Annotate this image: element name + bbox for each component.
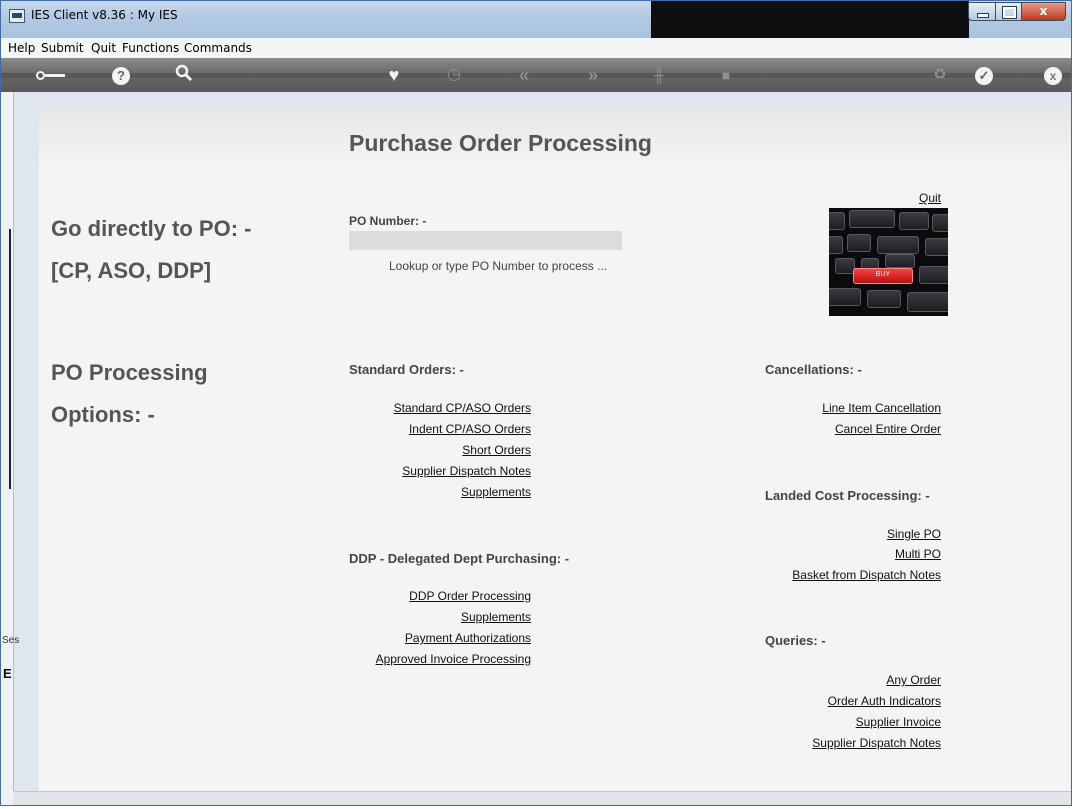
keyboard-image: BUY	[829, 208, 948, 316]
page-title: Purchase Order Processing	[349, 130, 652, 156]
po-number-hint: Lookup or type PO Number to process ...	[389, 259, 608, 273]
supplier-dispatch-notes-link[interactable]: Supplier Dispatch Notes	[402, 464, 531, 478]
standard-orders-label: Standard Orders: -	[349, 362, 464, 377]
query-supplier-dispatch-notes-link[interactable]: Supplier Dispatch Notes	[812, 736, 941, 750]
landed-cost-label: Landed Cost Processing: -	[765, 488, 930, 503]
indent-cp-aso-orders-link[interactable]: Indent CP/ASO Orders	[409, 422, 531, 436]
ddp-supplements-link[interactable]: Supplements	[461, 610, 531, 624]
cancel-entire-order-link[interactable]: Cancel Entire Order	[835, 422, 941, 436]
tools-icon[interactable]: ╫	[647, 63, 671, 87]
window-title: IES Client v8.36 : My IES	[31, 8, 178, 22]
close-icon[interactable]: x	[1044, 67, 1062, 85]
supplier-invoice-link[interactable]: Supplier Invoice	[856, 715, 941, 729]
app-window: IES Client v8.36 : My IES x Help Submit …	[0, 0, 1072, 806]
short-orders-link[interactable]: Short Orders	[462, 443, 531, 457]
menu-quit[interactable]: Quit	[91, 41, 116, 55]
ddp-order-processing-link[interactable]: DDP Order Processing	[409, 589, 531, 603]
po-number-label: PO Number: -	[349, 214, 427, 228]
basket-from-dispatch-notes-link[interactable]: Basket from Dispatch Notes	[792, 568, 941, 582]
close-button[interactable]: x	[1021, 2, 1066, 21]
app-icon[interactable]	[9, 9, 25, 23]
scroll-indicator	[9, 229, 11, 489]
standard-cp-aso-orders-link[interactable]: Standard CP/ASO Orders	[394, 401, 531, 415]
payment-authorizations-link[interactable]: Payment Authorizations	[405, 631, 531, 645]
check-icon[interactable]: ✓	[975, 67, 993, 85]
heart-icon[interactable]: ♥	[382, 63, 406, 87]
order-auth-indicators-link[interactable]: Order Auth Indicators	[828, 694, 941, 708]
side-marker: E	[3, 666, 12, 681]
quit-link[interactable]: Quit	[919, 191, 941, 205]
options-heading: PO Processing	[51, 360, 208, 385]
po-number-input[interactable]	[349, 231, 622, 250]
line-item-cancellation-link[interactable]: Line Item Cancellation	[822, 401, 941, 415]
side-panel-strip	[1, 92, 14, 805]
ddp-label: DDP - Delegated Dept Purchasing: -	[349, 551, 570, 566]
toolbar: ? ♥ ◷ « » ╫ ■ ♻ ✓ x	[1, 58, 1071, 92]
go-directly-heading: Go directly to PO: -	[51, 216, 252, 241]
multi-po-link[interactable]: Multi PO	[895, 547, 941, 561]
recycle-icon[interactable]: ♻	[928, 63, 952, 87]
menu-functions[interactable]: Functions	[122, 41, 179, 55]
menu-commands[interactable]: Commands	[184, 41, 252, 55]
side-tab-ses[interactable]: Ses	[2, 635, 19, 646]
previous-icon[interactable]: «	[512, 63, 536, 87]
menu-submit[interactable]: Submit	[41, 41, 84, 55]
help-icon[interactable]: ?	[112, 67, 130, 85]
clock-icon[interactable]: ◷	[442, 63, 466, 87]
buy-key: BUY	[853, 268, 913, 284]
minimize-button[interactable]	[968, 2, 996, 21]
menu-help[interactable]: Help	[8, 41, 35, 55]
go-directly-subheading: [CP, ASO, DDP]	[51, 258, 212, 283]
supplements-link[interactable]: Supplements	[461, 485, 531, 499]
title-bar-dark-region	[651, 1, 969, 38]
search-icon[interactable]	[172, 63, 196, 87]
maximize-button[interactable]	[995, 2, 1022, 21]
menu-bar: Help Submit Quit Functions Commands	[1, 38, 1071, 59]
next-icon[interactable]: »	[581, 63, 605, 87]
approved-invoice-processing-link[interactable]: Approved Invoice Processing	[376, 652, 531, 666]
title-bar: IES Client v8.36 : My IES x	[1, 1, 1071, 38]
chip-icon[interactable]: ■	[714, 63, 738, 87]
options-subheading: Options: -	[51, 402, 155, 427]
cancellations-label: Cancellations: -	[765, 362, 862, 377]
any-order-link[interactable]: Any Order	[886, 673, 941, 687]
single-po-link[interactable]: Single PO	[887, 527, 941, 541]
key-icon[interactable]	[36, 68, 66, 82]
status-bar	[13, 791, 1071, 805]
queries-label: Queries: -	[765, 633, 826, 648]
